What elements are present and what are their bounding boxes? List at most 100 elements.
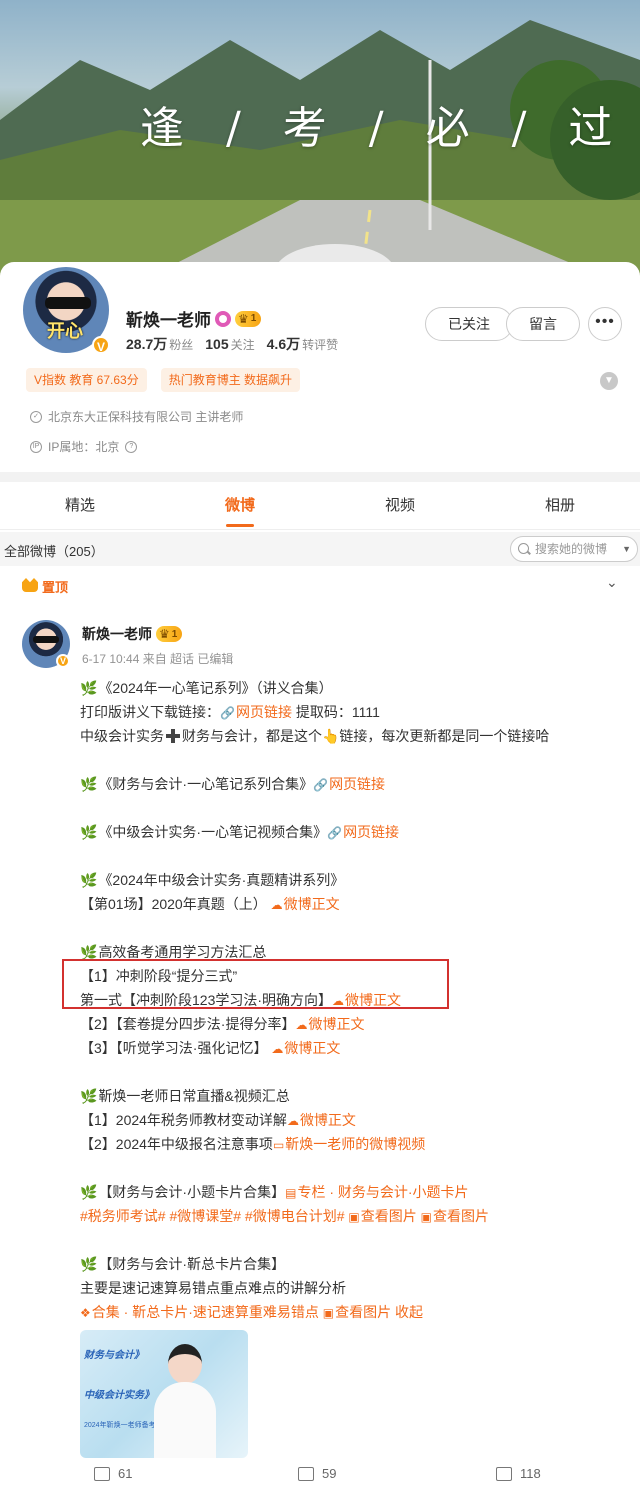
weibo-text-link[interactable]: ☁微博正文 [287, 1112, 356, 1128]
followed-button[interactable]: 已关注 [425, 307, 513, 341]
verified-v-icon: V [56, 654, 70, 668]
view-image-link[interactable]: ▣查看图片 [348, 1208, 416, 1224]
web-link[interactable]: 🔗网页链接 [313, 776, 385, 792]
search-input[interactable]: 搜索她的微博 ▼ [510, 536, 638, 562]
repost-count: 61 [118, 1466, 133, 1481]
crown-level-icon[interactable]: ♛ 1 [235, 310, 262, 327]
repost-button[interactable]: 61 [94, 1466, 132, 1481]
video-link[interactable]: ▭靳焕一老师的微博视频 [273, 1136, 425, 1152]
help-icon[interactable]: ? [125, 440, 138, 453]
weibo-icon: ☁ [271, 1042, 284, 1056]
message-button[interactable]: 留言 [506, 307, 580, 341]
weibo-text-link[interactable]: ☁微博正文 [271, 1040, 340, 1056]
comment-count: 59 [322, 1466, 337, 1481]
leaf-icon: 🌿 [80, 944, 98, 960]
weibo-icon: ☁ [270, 898, 283, 912]
collapse-link[interactable]: 收起 [395, 1304, 423, 1320]
level-number: 1 [250, 313, 257, 324]
dropdown-arrow-icon[interactable]: ▼ [622, 537, 631, 561]
thumb-title-1: 财务与会计》 [84, 1350, 144, 1361]
profile-tags: V指数 教育 67.63分 热门教育博主 数据飙升 [26, 368, 301, 392]
post-author-row: 靳焕一老师 ♛ 1 [82, 624, 183, 644]
leaf-icon: 🌿 [80, 1256, 98, 1272]
profile-tabs: 精选 微博 视频 相册 [0, 484, 640, 530]
company-text: 北京东大正保科技有限公司 主讲老师 [48, 410, 244, 424]
post-image-thumbnail[interactable]: 财务与会计》 中级会计实务》 2024年靳焕一老师备考资料大汇总 [80, 1330, 248, 1458]
post-line: 财务与会计，都是这个👆链接，每次更新都是同一个链接哈 [182, 728, 550, 744]
search-icon [518, 543, 529, 554]
image-icon: ▣ [420, 1210, 432, 1224]
pin-crown-icon [22, 578, 38, 592]
post-line: 《财务与会计·一心笔记系列合集》 [98, 776, 314, 792]
view-image-link[interactable]: ▣查看图片 [323, 1304, 391, 1320]
post-line: 【财务与会计·靳总卡片合集】 [98, 1256, 286, 1272]
section-divider [0, 472, 640, 482]
shield-icon: ✓ [30, 410, 42, 423]
hot-blogger-tag[interactable]: 热门教育博主 数据飙升 [160, 368, 301, 392]
member-badge-icon[interactable] [215, 310, 231, 327]
column-link[interactable]: ▤专栏 · 财务与会计·小题卡片 [285, 1184, 468, 1200]
following-stat[interactable]: 105 关注 [205, 336, 254, 353]
post-line: 【3】【听觉学习法·强化记忆】 [80, 1040, 268, 1056]
avatar-glasses [33, 636, 59, 643]
banner-slogan: 逢 / 考 / 必 / 过 [140, 103, 627, 154]
leaf-icon: 🌿 [80, 1184, 98, 1200]
ip-text: IP属地：北京 [48, 440, 120, 454]
leaf-icon: 🌿 [80, 776, 98, 792]
web-link[interactable]: 🔗网页链接 [327, 824, 399, 840]
comment-icon [298, 1466, 314, 1481]
post-line: 《中级会计实务·一心笔记视频合集》 [98, 824, 328, 840]
weibo-text-link[interactable]: ☁微博正文 [271, 896, 340, 912]
profile-stats: 28.7万 粉丝 105 关注 4.6万 转评赞 [126, 334, 338, 354]
post-line: 中级会计实务 [80, 728, 164, 744]
level-number: 1 [171, 628, 178, 640]
weibo-icon: ☁ [295, 1018, 308, 1032]
post-meta: 6-17 10:44 来自 超话 已编辑 [82, 652, 234, 666]
post-actions: 61 59 118 [0, 1462, 640, 1492]
hashtag-links[interactable]: #税务师考试# #微博课堂# #微博电台计划# [80, 1208, 345, 1224]
company-info: ✓ 北京东大正保科技有限公司 主讲老师 [30, 408, 243, 425]
tab-video[interactable]: 视频 [320, 484, 480, 529]
plus-icon [166, 729, 180, 743]
chevron-down-icon[interactable]: ▼ [600, 372, 618, 390]
link-icon: 🔗 [313, 778, 329, 792]
post-line: 【财务与会计·小题卡片合集】 [98, 1184, 286, 1200]
tab-weibo[interactable]: 微博 [160, 484, 320, 529]
reposts-stat[interactable]: 4.6万 转评赞 [267, 334, 338, 354]
ip-info: IP IP属地：北京 ? [30, 438, 138, 455]
v-index-tag[interactable]: V指数 教育 67.63分 [26, 368, 147, 392]
avatar-glasses [45, 297, 91, 309]
like-icon [496, 1466, 512, 1481]
post-line: 【2】2024年中级报名注意事项 [80, 1136, 273, 1152]
leaf-icon: 🌿 [80, 1088, 98, 1104]
followers-stat[interactable]: 28.7万 粉丝 [126, 334, 193, 354]
crown-level-icon[interactable]: ♛ 1 [156, 626, 183, 642]
post-line: 【2】【套卷提分四步法·提得分率】 [80, 1016, 296, 1032]
profile-name-row: 靳焕一老师 ♛ 1 [126, 306, 262, 331]
weibo-text-link[interactable]: ☁微博正文 [295, 1016, 364, 1032]
leaf-icon: 🌿 [80, 680, 98, 696]
profile-name: 靳焕一老师 [126, 311, 211, 330]
column-icon: ▤ [285, 1186, 297, 1200]
post-line: 高效备考通用学习方法汇总 [98, 944, 267, 960]
chevron-down-icon[interactable]: ⌄ [606, 574, 618, 591]
pinned-label: 置顶 [42, 580, 69, 595]
tab-featured[interactable]: 精选 [0, 484, 160, 529]
comment-button[interactable]: 59 [298, 1466, 336, 1481]
view-image-link[interactable]: ▣查看图片 [421, 1208, 489, 1224]
like-button[interactable]: 118 [496, 1466, 541, 1481]
collection-link[interactable]: ❖合集 · 靳总卡片·速记速算重难易错点 [80, 1304, 319, 1320]
leaf-icon: 🌿 [80, 872, 98, 888]
post-line: 【第01场】2020年真题（上） [80, 896, 267, 912]
extract-code: 提取码：1111 [291, 704, 380, 720]
profile-card: 开心 V 靳焕一老师 ♛ 1 28.7万 粉丝 105 关注 4.6万 转评赞 已关注 … [0, 262, 640, 472]
leaf-icon: 🌿 [80, 824, 98, 840]
more-dots-icon[interactable]: ••• [588, 307, 622, 341]
post-line: 《2024年一心笔记系列》（讲义合集） [98, 680, 333, 696]
tab-album[interactable]: 相册 [480, 484, 640, 529]
all-posts-count[interactable]: 全部微博（205） [4, 541, 104, 560]
weibo-icon: ☁ [286, 1114, 299, 1128]
filter-bar: 全部微博（205） 搜索她的微博 ▼ [0, 532, 640, 566]
web-link[interactable]: 🔗网页链接 [220, 704, 292, 720]
post-author[interactable]: 靳焕一老师 [82, 624, 152, 644]
